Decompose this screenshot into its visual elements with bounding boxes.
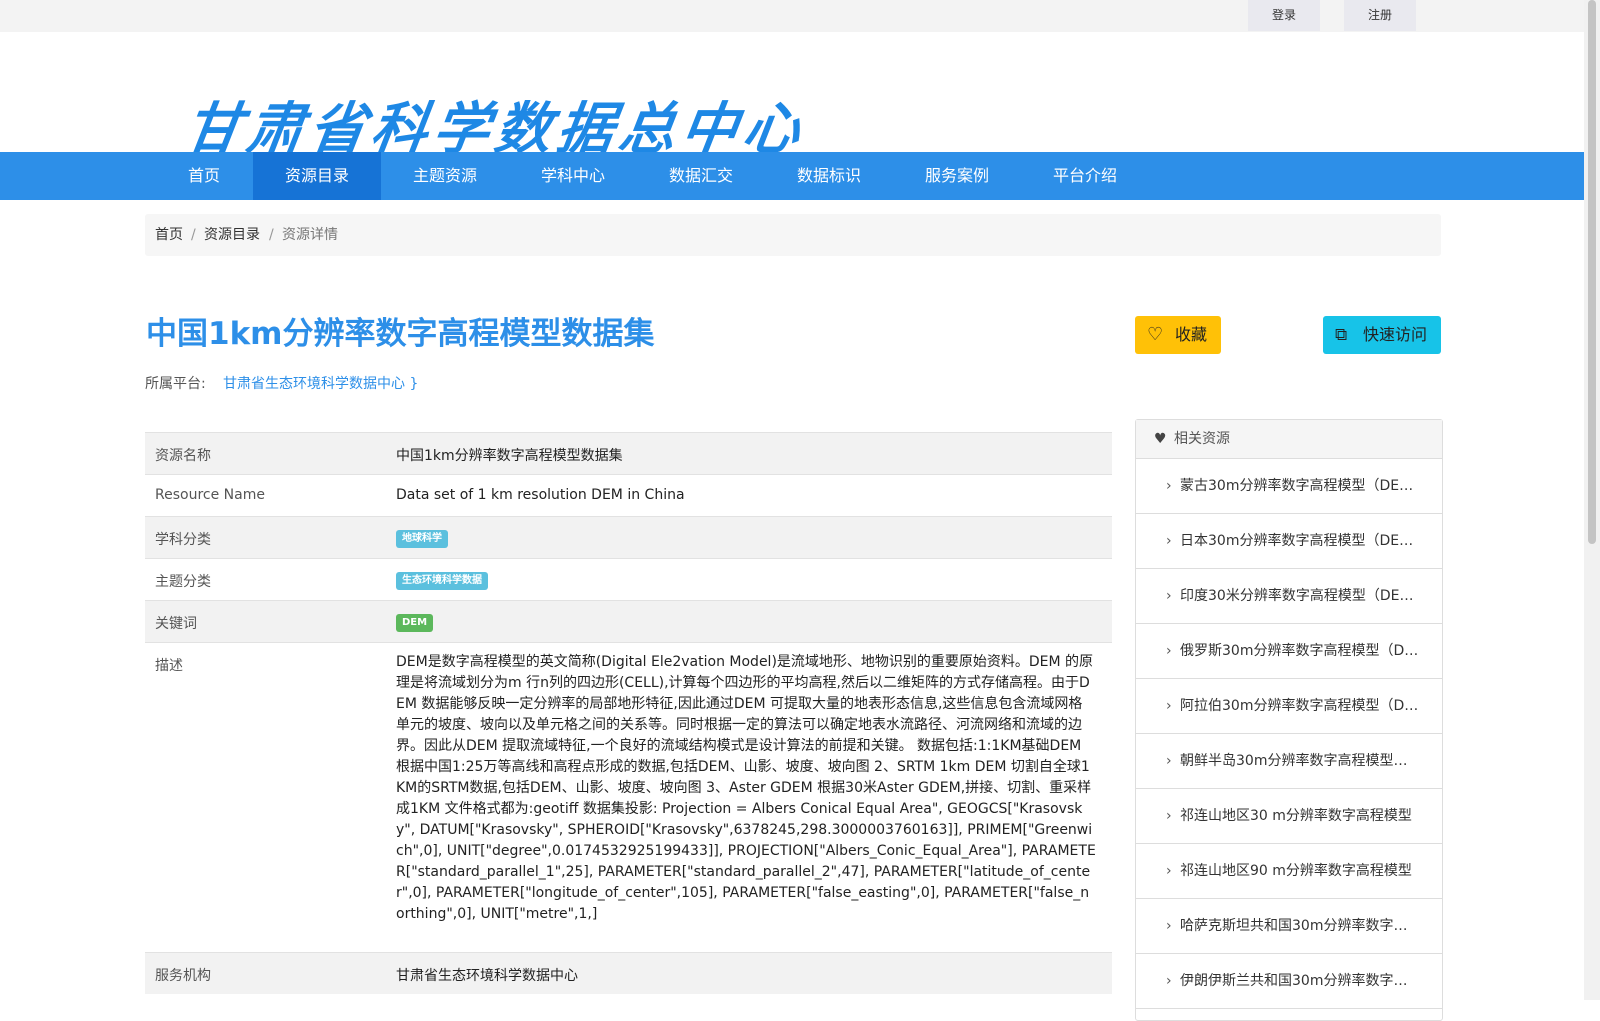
related-item-label: 祁连山地区30 m分辨率数字高程模型 (1180, 808, 1412, 824)
chevron-right-icon: › (1166, 808, 1172, 824)
quick-access-button[interactable]: ⧉ 快速访问 (1323, 316, 1441, 354)
main-nav: 首页 资源目录 主题资源 学科中心 数据汇交 数据标识 服务案例 平台介绍 (0, 152, 1584, 200)
chevron-right-icon: › (1166, 863, 1172, 879)
row-key: 学科分类 (155, 532, 211, 548)
row-value: 甘肃省生态环境科学数据中心 (396, 968, 578, 984)
related-item-label: 印度30米分辨率数字高程模型（DEM） (1180, 588, 1420, 604)
subject-badge[interactable]: 地球科学 (396, 530, 448, 548)
chevron-right-icon: › (1166, 478, 1172, 494)
row-value: 生态环境科学数据 (396, 571, 488, 590)
resource-detail-table: 资源名称 中国1km分辨率数字高程模型数据集 Resource Name Dat… (145, 432, 1112, 994)
nav-data-identifier[interactable]: 数据标识 (765, 152, 893, 200)
chevron-right-icon: › (1166, 533, 1172, 549)
favorite-label: 收藏 (1175, 325, 1208, 344)
page-title: 中国1km分辨率数字高程模型数据集 (146, 316, 655, 352)
related-item-label: 日本30m分辨率数字高程模型（DEM） (1180, 533, 1420, 549)
keyword-badge[interactable]: DEM (396, 614, 434, 632)
row-value: Data set of 1 km resolution DEM in China (396, 487, 685, 503)
nav-home[interactable]: 首页 (172, 152, 236, 200)
heart-icon: ♥ (1154, 431, 1167, 447)
row-key: 关键词 (155, 616, 197, 632)
related-item[interactable]: › 印度30米分辨率数字高程模型（DEM） (1136, 569, 1442, 624)
chevron-right-icon: › (1166, 753, 1172, 769)
description-text: DEM是数字高程模型的英文简称(Digital Ele2vation Model… (396, 654, 1096, 922)
row-value: 中国1km分辨率数字高程模型数据集 (396, 448, 623, 464)
related-item-label: 蒙古30m分辨率数字高程模型（DEM） (1180, 478, 1420, 494)
panel-header: ♥ 相关资源 (1136, 420, 1442, 459)
page-scrollbar[interactable] (1584, 0, 1600, 1000)
nav-theme-resources[interactable]: 主题资源 (381, 152, 509, 200)
nav-platform-intro[interactable]: 平台介绍 (1021, 152, 1149, 200)
panel-title: 相关资源 (1174, 431, 1230, 447)
row-key: 主题分类 (155, 574, 211, 590)
breadcrumb-separator: / (269, 227, 274, 243)
chevron-right-icon: › (1166, 918, 1172, 934)
related-item-label: 哈萨克斯坦共和国30m分辨率数字高程模型 (1180, 918, 1420, 934)
row-key: 资源名称 (155, 448, 211, 464)
chevron-right-icon: › (1166, 588, 1172, 604)
quick-access-label: 快速访问 (1363, 325, 1428, 344)
table-row: 学科分类 地球科学 (145, 516, 1112, 558)
table-row: 描述 DEM是数字高程模型的英文简称(Digital Ele2vation Mo… (145, 642, 1112, 952)
platform-label: 所属平台: (145, 376, 206, 392)
breadcrumb: 首页 / 资源目录 / 资源详情 (145, 214, 1441, 256)
related-item-label: 阿拉伯30m分辨率数字高程模型（DEM） (1180, 698, 1420, 714)
login-button[interactable]: 登录 (1248, 0, 1320, 31)
related-item[interactable]: ›伊朗伊斯兰共和国30m分辨率数字高程模型 (1136, 954, 1442, 1009)
related-item-label: 俄罗斯30m分辨率数字高程模型（DEM） (1180, 643, 1420, 659)
table-row: 资源名称 中国1km分辨率数字高程模型数据集 (145, 432, 1112, 474)
register-button[interactable]: 注册 (1344, 0, 1416, 31)
heart-outline-icon: ♡ (1147, 324, 1164, 345)
related-item[interactable]: › 阿拉伯30m分辨率数字高程模型（DEM） (1136, 679, 1442, 734)
related-item[interactable]: › 朝鲜半岛30m分辨率数字高程模型（DEM） (1136, 734, 1442, 789)
theme-badge[interactable]: 生态环境科学数据 (396, 572, 488, 590)
platform-link[interactable]: 甘肃省生态环境科学数据中心 } (223, 373, 418, 393)
nav-service-cases[interactable]: 服务案例 (893, 152, 1021, 200)
site-header: 甘肃省科学数据总中心 (0, 32, 1584, 162)
top-bar: 登录 注册 (0, 0, 1584, 32)
favorite-button[interactable]: ♡ 收藏 (1135, 316, 1221, 354)
breadcrumb-home[interactable]: 首页 (155, 214, 183, 256)
row-key: 描述 (155, 658, 183, 674)
table-row: Resource Name Data set of 1 km resolutio… (145, 474, 1112, 516)
related-item[interactable]: › 蒙古30m分辨率数字高程模型（DEM） (1136, 459, 1442, 514)
breadcrumb-catalog[interactable]: 资源目录 (204, 214, 260, 256)
nav-subject-center[interactable]: 学科中心 (509, 152, 637, 200)
breadcrumb-current: 资源详情 (282, 227, 338, 243)
external-link-icon: ⧉ (1335, 325, 1348, 345)
row-key: Resource Name (155, 487, 265, 503)
table-row: 关键词 DEM (145, 600, 1112, 642)
related-item[interactable]: › 日本30m分辨率数字高程模型（DEM） (1136, 514, 1442, 569)
table-row: 主题分类 生态环境科学数据 (145, 558, 1112, 600)
chevron-right-icon: › (1166, 698, 1172, 714)
chevron-right-icon: › (1166, 643, 1172, 659)
row-value: DEM (396, 613, 434, 632)
row-value: 地球科学 (396, 529, 448, 548)
nav-data-submission[interactable]: 数据汇交 (637, 152, 765, 200)
related-item[interactable]: › 哈萨克斯坦共和国30m分辨率数字高程模型 (1136, 899, 1442, 954)
related-item[interactable]: › 祁连山地区90 m分辨率数字高程模型 (1136, 844, 1442, 899)
row-key: 服务机构 (155, 968, 211, 984)
breadcrumb-separator: / (191, 227, 196, 243)
nav-resource-catalog[interactable]: 资源目录 (253, 152, 381, 200)
related-item[interactable]: › 祁连山地区30 m分辨率数字高程模型 (1136, 789, 1442, 844)
related-item-label: 祁连山地区90 m分辨率数字高程模型 (1180, 863, 1412, 879)
related-resources-panel: ♥ 相关资源 › 蒙古30m分辨率数字高程模型（DEM） › 日本30m分辨率数字高… (1135, 419, 1443, 1021)
related-item[interactable]: › 俄罗斯30m分辨率数字高程模型（DEM） (1136, 624, 1442, 679)
table-row: 服务机构 甘肃省生态环境科学数据中心 (145, 952, 1112, 994)
related-item-label: 朝鲜半岛30m分辨率数字高程模型（DEM） (1180, 753, 1420, 769)
scrollbar-thumb[interactable] (1588, 0, 1596, 544)
